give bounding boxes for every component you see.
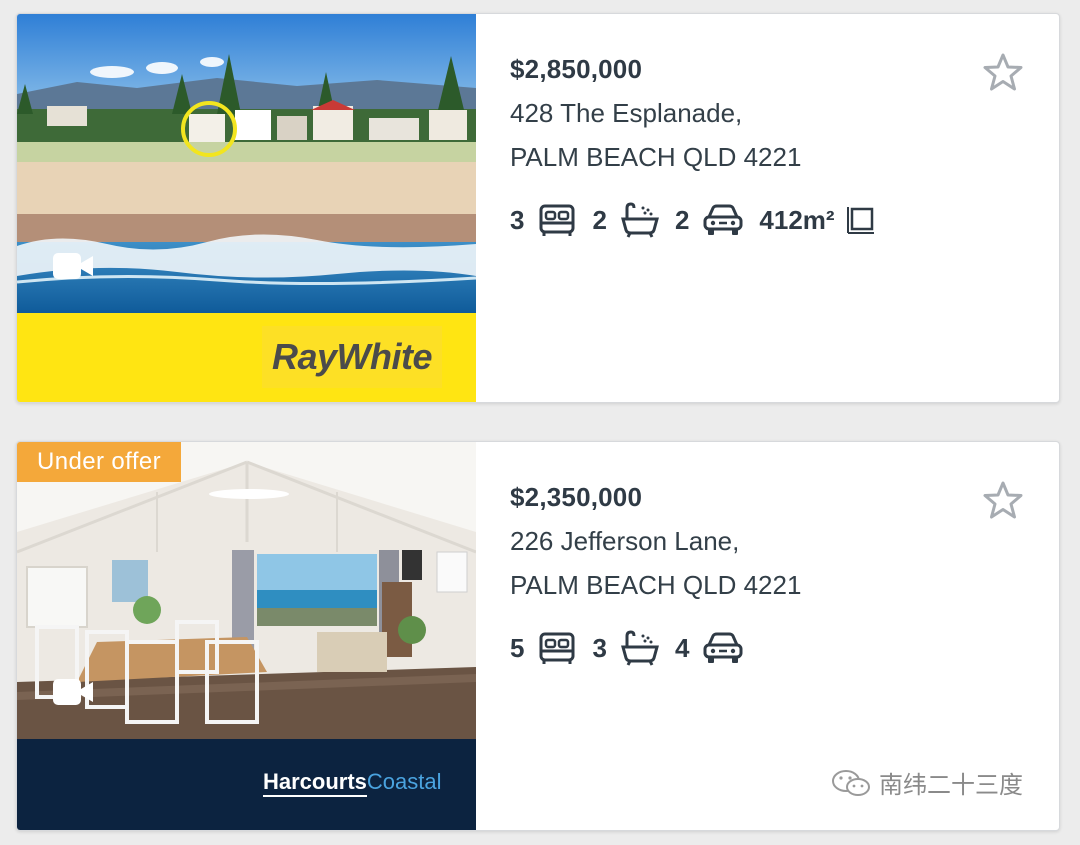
favourite-star-icon[interactable]: [983, 480, 1023, 520]
car-icon: [703, 632, 743, 663]
bath-icon: [620, 202, 659, 238]
agency-name: RayWhite: [271, 336, 433, 377]
status-badge: Under offer: [17, 442, 182, 482]
car-icon: [703, 204, 743, 235]
listing-media[interactable]: Under offer Harcourts Coastal: [17, 442, 476, 830]
bathrooms-feature: 3: [592, 630, 659, 666]
bedrooms-count: 3: [510, 204, 525, 235]
bedrooms-feature: 3: [510, 203, 576, 237]
agency-name-part2: Coastal: [366, 769, 442, 794]
bath-icon: [620, 630, 659, 666]
parking-feature: 4: [675, 631, 743, 665]
agency-logo: Harcourts Coastal: [263, 769, 442, 797]
parking-count: 4: [674, 632, 690, 663]
watermark: 南纬二十三度: [831, 765, 1023, 800]
video-icon[interactable]: [53, 253, 93, 279]
land-size-feature: 412m²: [759, 205, 874, 236]
listing-details[interactable]: $2,350,000 226 Jefferson Lane, PALM BEAC…: [510, 442, 1059, 830]
address-suburb: PALM BEACH QLD 4221: [510, 570, 802, 600]
listing-card[interactable]: Under offer Harcourts Coastal $2,350,000…: [16, 441, 1060, 831]
listing-price: $2,850,000: [510, 54, 643, 84]
bed-icon: [539, 204, 575, 236]
land-size-icon: [846, 207, 874, 234]
wechat-icon: [832, 769, 870, 796]
agency-name-part1: Harcourts: [263, 769, 367, 797]
listing-features: 5 3 4: [510, 630, 759, 666]
listing-photo[interactable]: [17, 14, 476, 313]
bed-icon: [539, 632, 575, 664]
land-size-value: 412m²: [759, 204, 835, 235]
listing-details[interactable]: $2,850,000 428 The Esplanade, PALM BEACH…: [510, 14, 1059, 402]
agency-banner[interactable]: RayWhite: [17, 313, 476, 402]
address-street: 226 Jefferson Lane,: [510, 526, 740, 556]
listing-card[interactable]: RayWhite $2,850,000 428 The Esplanade, P…: [16, 13, 1060, 403]
parking-count: 2: [674, 204, 690, 235]
bathrooms-count: 3: [592, 632, 607, 663]
video-icon[interactable]: [53, 679, 93, 705]
bathrooms-count: 2: [592, 204, 607, 235]
bedrooms-feature: 5: [510, 631, 576, 665]
parking-feature: 2: [675, 203, 743, 237]
agency-banner[interactable]: Harcourts Coastal: [17, 739, 476, 830]
favourite-star-icon[interactable]: [983, 52, 1023, 92]
bedrooms-count: 5: [510, 632, 525, 663]
listing-media[interactable]: RayWhite: [17, 14, 476, 402]
agency-logo: RayWhite: [262, 326, 442, 388]
bathrooms-feature: 2: [592, 202, 659, 238]
address-suburb: PALM BEACH QLD 4221: [510, 142, 802, 172]
listing-price: $2,350,000: [510, 482, 643, 512]
listing-features: 3 2 2 412m²: [510, 202, 891, 238]
watermark-text: 南纬二十三度: [879, 772, 1023, 799]
listing-photo[interactable]: Under offer: [17, 442, 476, 739]
address-street: 428 The Esplanade,: [510, 98, 743, 128]
